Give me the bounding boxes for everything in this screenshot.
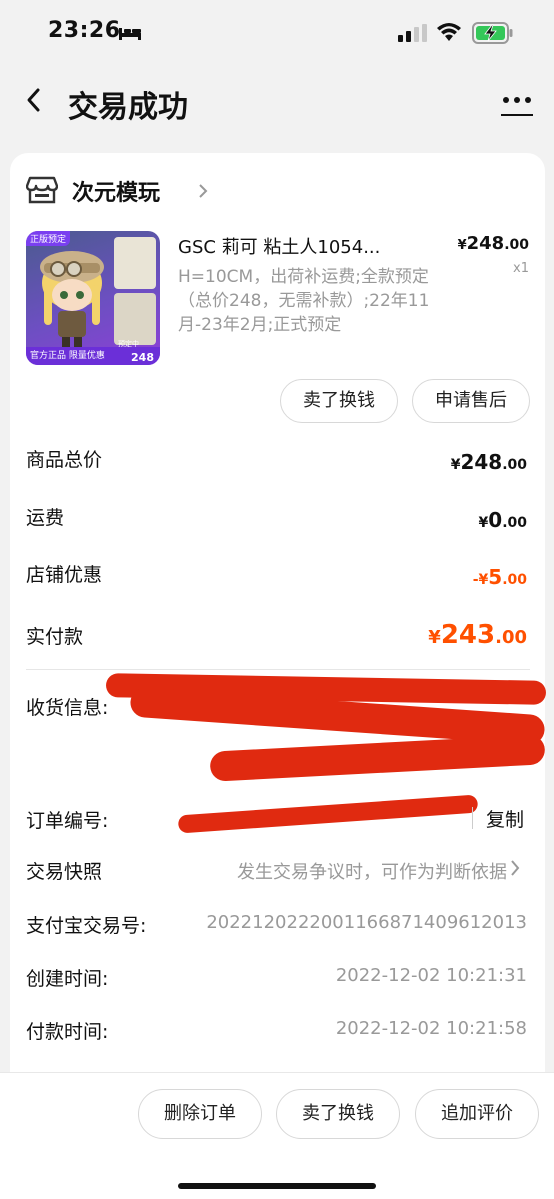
redaction-mark — [209, 734, 546, 782]
goods-total-label: 商品总价 — [26, 449, 103, 471]
image-tag-top: 正版预定 — [26, 231, 71, 246]
product-thumbnail-front — [114, 237, 156, 289]
alipay-trade-no-value: 2022120222001166871409612013 — [206, 912, 527, 933]
shop-discount-label: 店铺优惠 — [26, 564, 103, 586]
bottom-action-bar: 删除订单 卖了换钱 追加评价 — [0, 1072, 554, 1199]
shop-discount-value: -¥5.00 — [472, 565, 527, 589]
created-time-value: 2022-12-02 10:21:31 — [335, 965, 527, 986]
paid-amount-value: ¥243.00 — [428, 620, 527, 650]
status-bar: 23:26 — [0, 0, 554, 66]
sleep-mode-icon — [119, 28, 141, 40]
figure-illustration — [40, 251, 104, 349]
alipay-trade-no-label: 支付宝交易号: — [26, 915, 147, 937]
nav-bar: 交易成功 — [0, 70, 554, 130]
product-thumbnail-side — [114, 293, 156, 345]
paid-time-value: 2022-12-02 10:21:58 — [335, 1018, 527, 1039]
wifi-icon — [437, 23, 461, 41]
sell-for-cash-button[interactable]: 卖了换钱 — [276, 1089, 400, 1139]
created-time-label: 创建时间: — [26, 968, 109, 990]
divider — [26, 669, 530, 670]
order-number-label: 订单编号: — [26, 810, 109, 832]
snapshot-label[interactable]: 交易快照 — [26, 857, 102, 884]
shop-name: 次元模玩 — [72, 181, 161, 206]
delete-order-button[interactable]: 删除订单 — [138, 1089, 262, 1139]
product-image[interactable]: 预定中 正版预定 官方正品 限量优惠 248 — [26, 231, 160, 365]
back-arrow-icon[interactable] — [22, 86, 46, 114]
image-price: 248 — [131, 351, 154, 364]
shop-icon — [26, 176, 58, 204]
shipping-fee-label: 运费 — [26, 507, 65, 529]
copy-order-number-button[interactable]: 复制 — [486, 805, 524, 832]
chevron-right-icon — [511, 860, 520, 876]
add-review-button[interactable]: 追加评价 — [415, 1089, 539, 1139]
goods-total-value: ¥248.00 — [450, 450, 527, 474]
shipping-fee-value: ¥0.00 — [478, 508, 527, 532]
after-sale-button[interactable]: 申请售后 — [412, 379, 530, 423]
chevron-right-icon — [199, 184, 208, 198]
more-options-icon[interactable] — [500, 90, 534, 118]
battery-charging-icon — [472, 22, 513, 44]
paid-amount-label: 实付款 — [26, 626, 84, 648]
product-title[interactable]: GSC 莉可 粘土人1054... — [178, 233, 418, 259]
sell-for-cash-button[interactable]: 卖了换钱 — [280, 379, 398, 423]
divider — [472, 807, 473, 829]
product-quantity: x1 — [513, 261, 529, 276]
order-detail-card: 次元模玩 预定中 正版预定 官方正品 限量优惠 248 GSC 莉可 粘土人10… — [10, 153, 547, 1078]
shipping-info-label: 收货信息: — [26, 697, 109, 719]
cellular-signal-icon — [398, 24, 427, 42]
redaction-mark — [177, 794, 479, 834]
shop-header[interactable]: 次元模玩 — [26, 173, 426, 207]
paid-time-label: 付款时间: — [26, 1021, 109, 1043]
page-title: 交易成功 — [68, 90, 188, 125]
product-spec: H=10CM，出荷补运费;全款预定（总价248，无需补款）;22年11月-23年… — [178, 267, 430, 335]
snapshot-hint[interactable]: 发生交易争议时，可作为判断依据 — [237, 858, 507, 884]
home-indicator[interactable] — [178, 1183, 376, 1189]
product-price: ¥248.00 — [457, 233, 529, 254]
status-time: 23:26 — [48, 18, 121, 43]
